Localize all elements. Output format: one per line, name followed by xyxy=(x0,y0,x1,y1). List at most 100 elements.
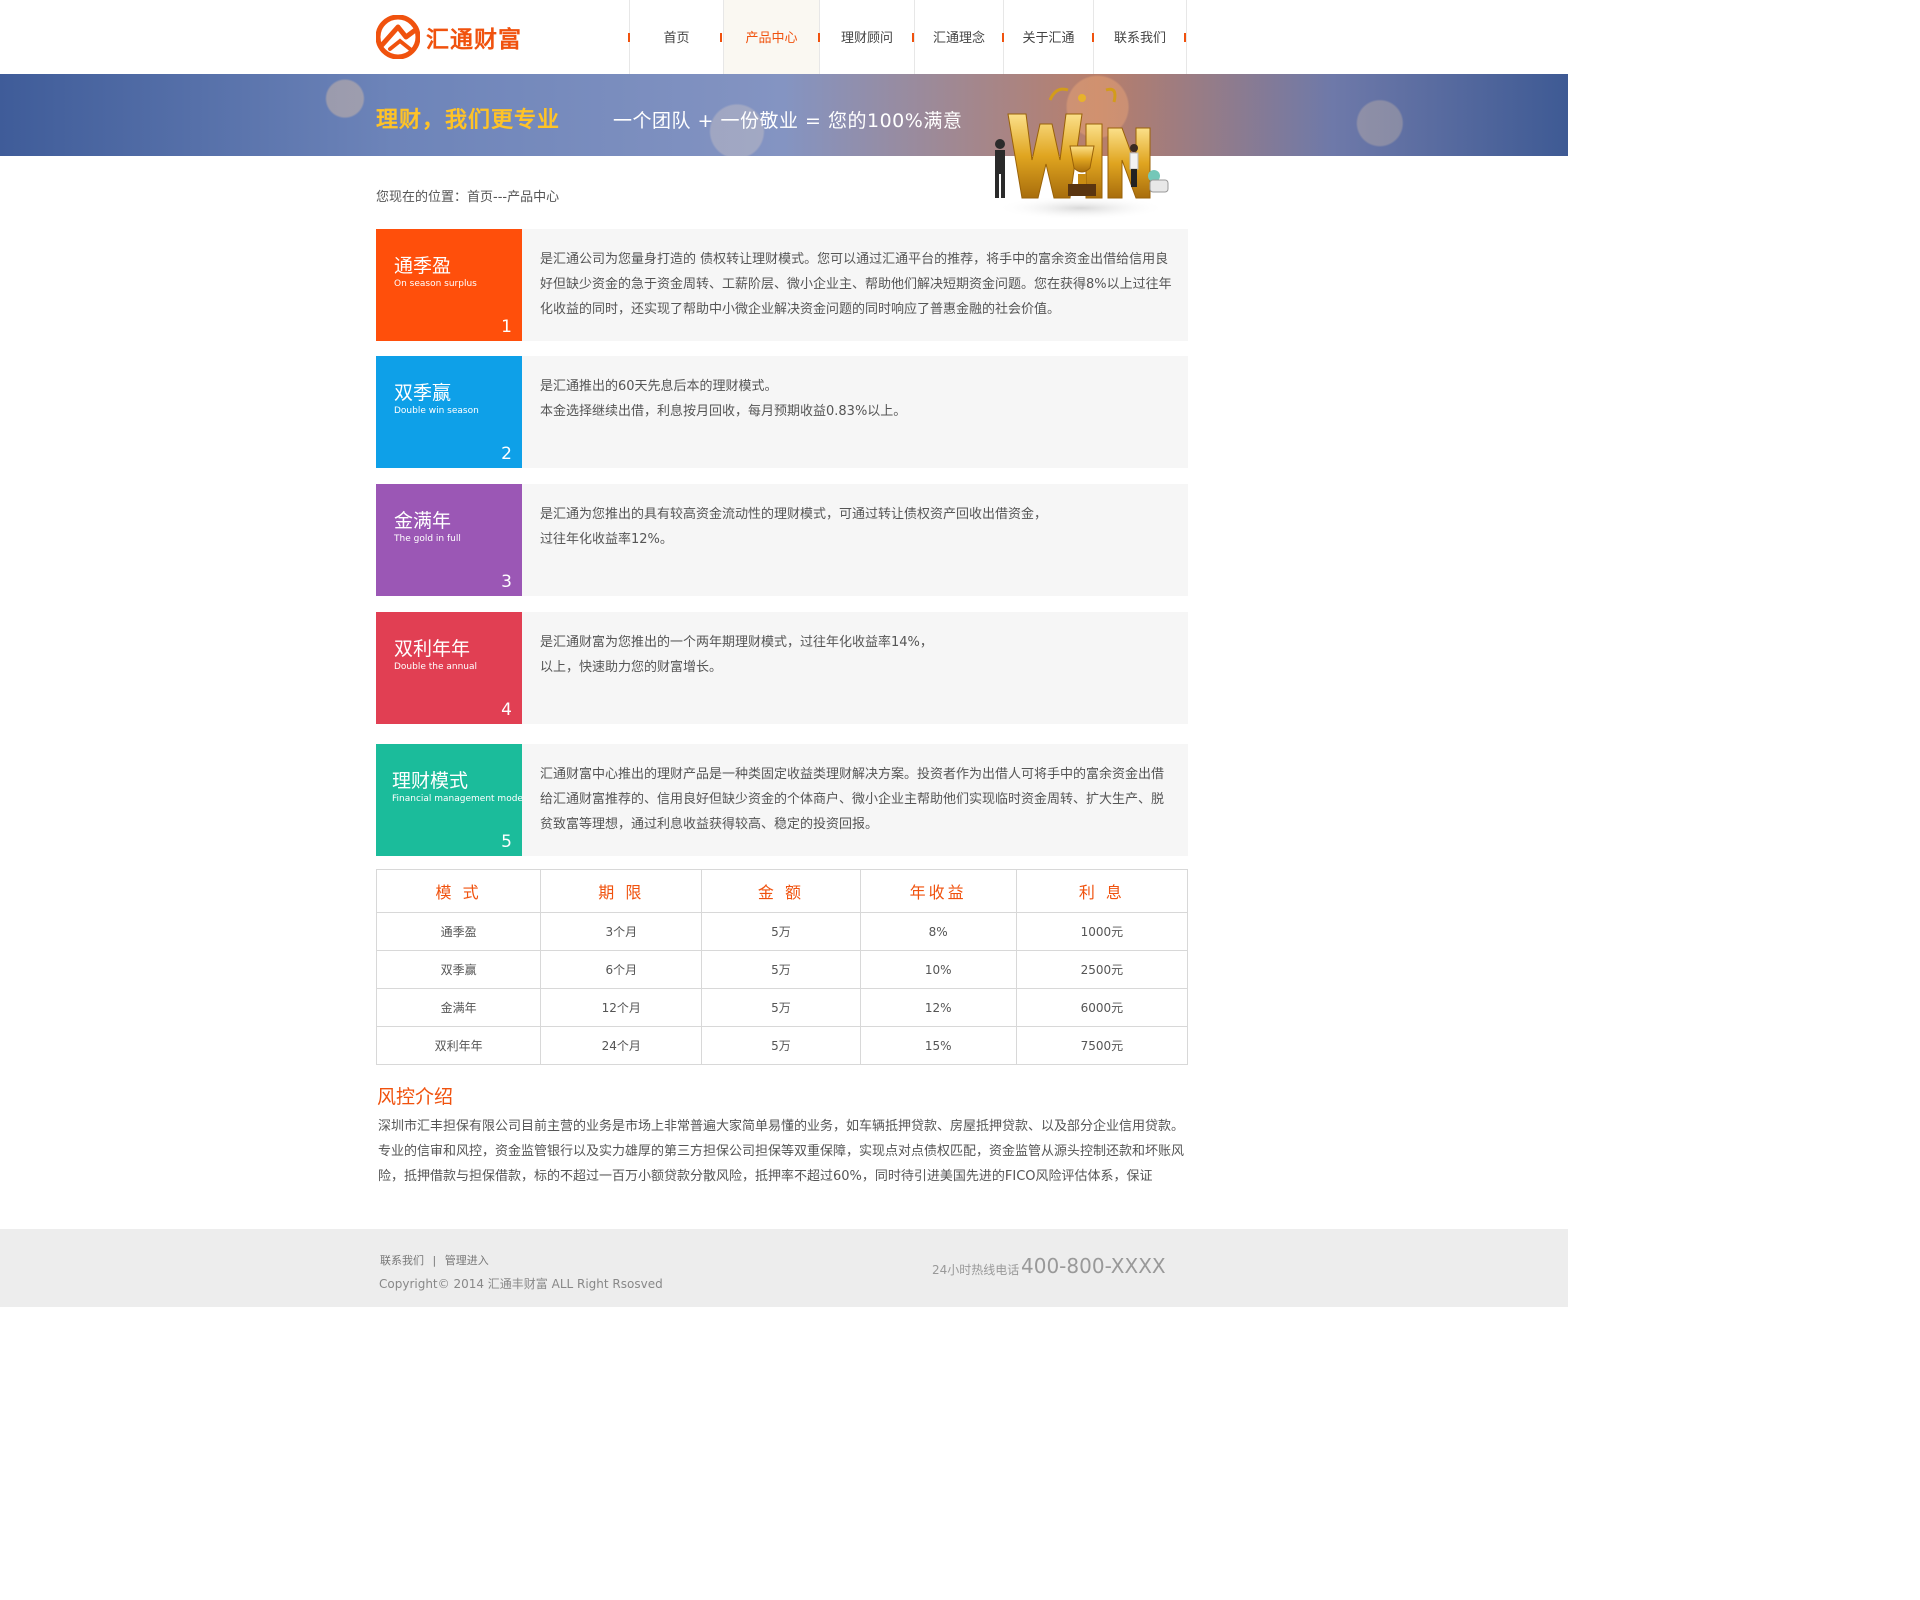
product-description-line: 汇通财富中心推出的理财产品是一种类固定收益类理财解决方案。投资者作为出借人可将手… xyxy=(540,767,1165,832)
product-name-en: The gold in full xyxy=(394,534,461,544)
nav-item-label: 理财顾问 xyxy=(840,31,893,46)
nav-divider-tick xyxy=(720,33,722,42)
product-rate-table: 模 式 期 限 金 额 年收益 利 息 通季盈 3个月 5万 8% 1000元 … xyxy=(375,869,1189,1065)
product-name: 理财模式 xyxy=(392,770,469,792)
table-cell: 12个月 xyxy=(540,988,703,1027)
product-name: 双利年年 xyxy=(394,638,471,660)
table-cell: 5万 xyxy=(701,1026,861,1065)
product-description-line: 是汇通财富为您推出的一个两年期理财模式，过往年化收益率14%， xyxy=(540,635,933,650)
product-number: 2 xyxy=(501,444,512,464)
product-name-en: Double win season xyxy=(394,406,479,416)
table-header-cell: 利 息 xyxy=(1015,869,1189,913)
breadcrumb: 您现在的位置：首页---产品中心 xyxy=(376,190,560,205)
product-description-line: 过往年化收益率12%。 xyxy=(540,532,673,547)
table-cell: 6个月 xyxy=(540,950,703,989)
table-row: 通季盈 3个月 5万 8% 1000元 xyxy=(375,912,1189,951)
product-description: 汇通财富中心推出的理财产品是一种类固定收益类理财解决方案。投资者作为出借人可将手… xyxy=(540,762,1176,837)
product-description-line: 是汇通为您推出的具有较高资金流动性的理财模式，可通过转让债权资产回收出借资金， xyxy=(540,507,1048,522)
footer-links: 联系我们 | 管理进入 xyxy=(380,1252,489,1268)
table-cell: 10% xyxy=(859,950,1017,989)
product-description-line: 是汇通推出的60天先息后本的理财模式。 xyxy=(540,379,778,394)
copyright-text: Copyright© 2014 汇通丰财富 ALL Right Rsosved xyxy=(379,1277,663,1291)
table-row: 双利年年 24个月 5万 15% 7500元 xyxy=(375,1026,1189,1065)
footer-link-contact[interactable]: 联系我们 xyxy=(380,1254,424,1267)
hero-banner: 理财，我们更专业 一个团队 + 一份敬业 = 您的100%满意 xyxy=(0,74,1568,156)
nav-item-home[interactable]: 首页 xyxy=(629,0,723,74)
table-cell: 8% xyxy=(859,912,1017,951)
win-trophy-illustration xyxy=(995,87,1169,220)
product-description: 是汇通推出的60天先息后本的理财模式。 本金选择继续出借，利息按月回收，每月预期… xyxy=(540,374,1176,424)
site-footer: 联系我们 | 管理进入 Copyright© 2014 汇通丰财富 ALL Ri… xyxy=(0,1229,1568,1307)
nav-item-contact[interactable]: 联系我们 xyxy=(1093,0,1187,74)
table-cell: 5万 xyxy=(701,912,861,951)
product-card: 双利年年 Double the annual 4 是汇通财富为您推出的一个两年期… xyxy=(376,612,1188,724)
product-description-line: 本金选择继续出借，利息按月回收，每月预期收益0.83%以上。 xyxy=(540,404,907,419)
product-name-en: On season surplus xyxy=(394,279,477,289)
product-tile[interactable]: 通季盈 On season surplus 1 xyxy=(376,229,522,341)
table-cell: 通季盈 xyxy=(375,912,542,951)
product-tile[interactable]: 金满年 The gold in full 3 xyxy=(376,484,522,596)
table-row: 金满年 12个月 5万 12% 6000元 xyxy=(375,988,1189,1027)
product-name: 通季盈 xyxy=(394,255,452,277)
table-header-row: 模 式 期 限 金 额 年收益 利 息 xyxy=(375,869,1189,913)
nav-item-philosophy[interactable]: 汇通理念 xyxy=(914,0,1003,74)
product-card: 金满年 The gold in full 3 是汇通为您推出的具有较高资金流动性… xyxy=(376,484,1188,596)
product-description-line: 以上，快速助力您的财富增长。 xyxy=(540,660,723,675)
nav-item-label: 汇通理念 xyxy=(932,31,985,46)
nav-item-about[interactable]: 关于汇通 xyxy=(1003,0,1093,74)
nav-item-label: 产品中心 xyxy=(745,31,798,46)
footer-link-admin[interactable]: 管理进入 xyxy=(445,1254,489,1267)
banner-slogan: 理财，我们更专业 xyxy=(376,108,561,133)
nav-divider-tick xyxy=(628,33,630,42)
table-cell: 24个月 xyxy=(540,1026,703,1065)
table-cell: 6000元 xyxy=(1015,988,1189,1027)
site-header: 汇通财富 首页 产品中心 理财顾问 汇通理念 关于汇通 联系我们 xyxy=(0,0,1568,74)
hotline-label: 24小时热线电话 xyxy=(932,1263,1020,1277)
hotline-number: 400-800-XXXX xyxy=(1021,1254,1166,1278)
table-cell: 双季赢 xyxy=(375,950,542,989)
nav-divider-tick xyxy=(1002,33,1004,42)
product-description: 是汇通为您推出的具有较高资金流动性的理财模式，可通过转让债权资产回收出借资金， … xyxy=(540,502,1176,552)
brand-name: 汇通财富 xyxy=(426,27,522,53)
product-description: 是汇通财富为您推出的一个两年期理财模式，过往年化收益率14%， 以上，快速助力您… xyxy=(540,630,1176,680)
nav-divider-tick xyxy=(818,33,820,42)
product-card: 理财模式 Financial management mode 5 汇通财富中心推… xyxy=(376,744,1188,856)
table-header-cell: 模 式 xyxy=(375,869,542,913)
product-name: 双季赢 xyxy=(394,382,452,404)
table-cell: 7500元 xyxy=(1015,1026,1189,1065)
logo[interactable]: 汇通财富 xyxy=(376,14,522,60)
product-card: 双季赢 Double win season 2 是汇通推出的60天先息后本的理财… xyxy=(376,356,1188,468)
product-number: 3 xyxy=(501,572,512,592)
nav-item-advisor[interactable]: 理财顾问 xyxy=(819,0,914,74)
nav-item-products[interactable]: 产品中心 xyxy=(723,0,819,74)
risk-section-text: 深圳市汇丰担保有限公司目前主营的业务是市场上非常普遍大家简单易懂的业务，如车辆抵… xyxy=(378,1119,1185,1184)
table-cell: 金满年 xyxy=(375,988,542,1027)
banner-tagline: 一个团队 + 一份敬业 = 您的100%满意 xyxy=(613,110,963,132)
product-name: 金满年 xyxy=(394,510,452,532)
product-tile[interactable]: 理财模式 Financial management mode 5 xyxy=(376,744,523,856)
table-cell: 1000元 xyxy=(1015,912,1189,951)
product-number: 4 xyxy=(501,700,512,720)
logo-icon xyxy=(376,15,420,59)
product-tile[interactable]: 双利年年 Double the annual 4 xyxy=(376,612,522,724)
nav-item-label: 联系我们 xyxy=(1113,31,1166,46)
product-number: 1 xyxy=(501,317,512,337)
table-header-cell: 金 额 xyxy=(701,869,861,913)
table-cell: 3个月 xyxy=(540,912,703,951)
table-header-cell: 年收益 xyxy=(859,869,1017,913)
product-tile[interactable]: 双季赢 Double win season 2 xyxy=(376,356,522,468)
table-cell: 5万 xyxy=(701,950,861,989)
product-name-en: Financial management mode xyxy=(392,794,523,804)
table-cell: 12% xyxy=(859,988,1017,1027)
main-nav: 首页 产品中心 理财顾问 汇通理念 关于汇通 联系我们 xyxy=(629,0,1187,74)
nav-divider-tick xyxy=(1092,33,1094,42)
risk-section-title: 风控介绍 xyxy=(377,1086,454,1108)
product-description-line: 是汇通公司为您量身打造的 债权转让理财模式。您可以通过汇通平台的推荐，将手中的富… xyxy=(540,252,1172,317)
table-cell: 5万 xyxy=(701,988,861,1027)
nav-item-label: 首页 xyxy=(663,31,690,46)
nav-divider-tick xyxy=(912,33,914,42)
table-cell: 2500元 xyxy=(1015,950,1189,989)
product-number: 5 xyxy=(501,832,512,852)
table-header-cell: 期 限 xyxy=(540,869,703,913)
table-cell: 双利年年 xyxy=(375,1026,542,1065)
